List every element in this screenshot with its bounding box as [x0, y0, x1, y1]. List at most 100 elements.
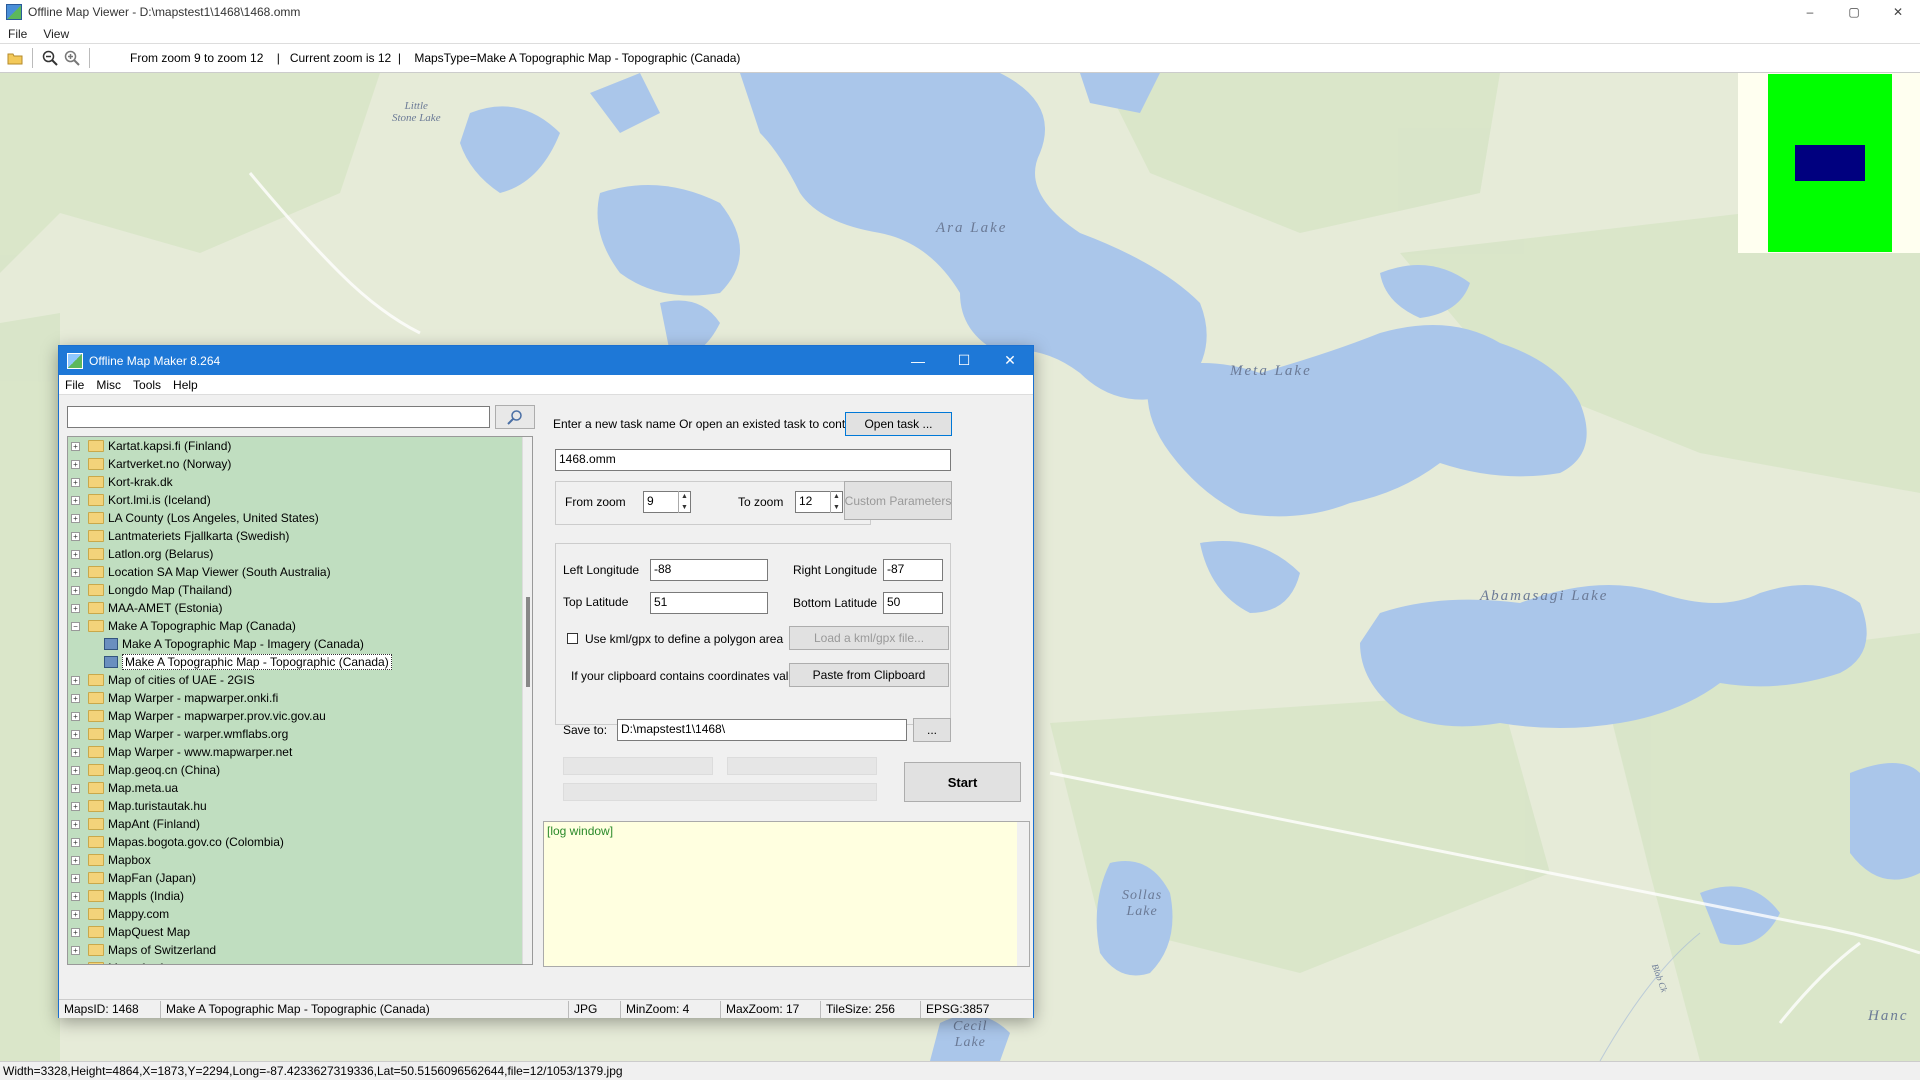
tree-item-folder[interactable]: + Map of cities of UAE - 2GIS: [68, 671, 532, 689]
right-longitude-field[interactable]: -87: [883, 559, 943, 581]
tree-item-folder[interactable]: + MAA-AMET (Estonia): [68, 599, 532, 617]
tree-scroll-thumb[interactable]: [526, 597, 530, 687]
search-input[interactable]: [67, 406, 490, 428]
tree-item-folder[interactable]: + Longdo Map (Thailand): [68, 581, 532, 599]
to-zoom-stepper[interactable]: ▲ ▼: [830, 491, 842, 513]
dialog-menu-file[interactable]: File: [59, 378, 90, 392]
expand-icon[interactable]: +: [71, 531, 80, 541]
collapse-icon[interactable]: −: [71, 621, 80, 631]
tree-item-folder[interactable]: + Maps-for-free.com: [68, 959, 532, 964]
expand-icon[interactable]: +: [71, 927, 80, 937]
expand-icon[interactable]: +: [71, 891, 80, 901]
expand-icon[interactable]: +: [71, 837, 80, 847]
tree-item-map[interactable]: Make A Topographic Map - Topographic (Ca…: [68, 653, 532, 671]
zoom-out-icon[interactable]: [39, 47, 61, 69]
expand-icon[interactable]: +: [71, 909, 80, 919]
overview-minimap[interactable]: [1738, 73, 1920, 253]
tree-item-folder[interactable]: + Kartat.kapsi.fi (Finland): [68, 437, 532, 455]
expand-icon[interactable]: +: [71, 855, 80, 865]
tree-item-folder[interactable]: + Map Warper - mapwarper.onki.fi: [68, 689, 532, 707]
expand-icon[interactable]: +: [71, 495, 80, 505]
tree-item-folder[interactable]: + Lantmateriets Fjallkarta (Swedish): [68, 527, 532, 545]
tree-item-folder[interactable]: + Kort-krak.dk: [68, 473, 532, 491]
chevron-down-icon[interactable]: ▼: [679, 502, 690, 513]
search-button[interactable]: [495, 405, 535, 429]
tree-item-folder[interactable]: + Mappy.com: [68, 905, 532, 923]
expand-icon[interactable]: +: [71, 441, 80, 451]
expand-icon[interactable]: +: [71, 477, 80, 487]
log-window[interactable]: [log window]: [543, 821, 1030, 967]
dialog-maximize-button[interactable]: ☐: [941, 346, 987, 375]
tree-item-folder[interactable]: + Location SA Map Viewer (South Australia…: [68, 563, 532, 581]
tree-item-folder[interactable]: + Latlon.org (Belarus): [68, 545, 532, 563]
start-button[interactable]: Start: [904, 762, 1021, 802]
dialog-menu-help[interactable]: Help: [167, 378, 204, 392]
menu-file[interactable]: File: [0, 27, 35, 41]
left-longitude-field[interactable]: -88: [650, 559, 768, 581]
expand-icon[interactable]: +: [71, 567, 80, 577]
tree-item-folder[interactable]: + Map Warper - mapwarper.prov.vic.gov.au: [68, 707, 532, 725]
dialog-menu-tools[interactable]: Tools: [127, 378, 167, 392]
browse-button[interactable]: ...: [913, 718, 951, 742]
maximize-button[interactable]: ▢: [1832, 0, 1876, 24]
tree-item-folder[interactable]: + MapAnt (Finland): [68, 815, 532, 833]
use-kml-checkbox[interactable]: [567, 633, 578, 644]
task-name-field[interactable]: 1468.omm: [555, 449, 951, 471]
expand-icon[interactable]: +: [71, 459, 80, 469]
paste-clipboard-button[interactable]: Paste from Clipboard: [789, 663, 949, 687]
top-latitude-field[interactable]: 51: [650, 592, 768, 614]
tree-item-folder[interactable]: + Map Warper - www.mapwarper.net: [68, 743, 532, 761]
chevron-up-icon[interactable]: ▲: [831, 491, 842, 502]
tree-item-folder[interactable]: + Map.turistautak.hu: [68, 797, 532, 815]
close-button[interactable]: ✕: [1876, 0, 1920, 24]
save-to-field[interactable]: D:\mapstest1\1468\: [617, 719, 907, 741]
dialog-minimize-button[interactable]: —: [895, 346, 941, 375]
tree-item-folder[interactable]: + Kort.lmi.is (Iceland): [68, 491, 532, 509]
expand-icon[interactable]: +: [71, 585, 80, 595]
tree-item-folder[interactable]: + Map Warper - warper.wmflabs.org: [68, 725, 532, 743]
tree-item-folder[interactable]: − Make A Topographic Map (Canada): [68, 617, 532, 635]
map-source-tree[interactable]: + Kartat.kapsi.fi (Finland) + Kartverket.no…: [67, 436, 533, 965]
load-kml-button[interactable]: Load a kml/gpx file...: [789, 626, 949, 650]
open-folder-icon[interactable]: [4, 47, 26, 69]
zoom-in-icon[interactable]: [61, 47, 83, 69]
expand-icon[interactable]: +: [71, 819, 80, 829]
tree-item-folder[interactable]: + Mappls (India): [68, 887, 532, 905]
tree-scrollbar[interactable]: [522, 437, 532, 964]
expand-icon[interactable]: +: [71, 783, 80, 793]
tree-item-folder[interactable]: + Mapbox: [68, 851, 532, 869]
tree-item-folder[interactable]: + Kartverket.no (Norway): [68, 455, 532, 473]
tree-item-folder[interactable]: + LA County (Los Angeles, United States): [68, 509, 532, 527]
dialog-titlebar[interactable]: Offline Map Maker 8.264 — ☐ ✕: [59, 346, 1033, 375]
expand-icon[interactable]: +: [71, 675, 80, 685]
tree-item-folder[interactable]: + MapFan (Japan): [68, 869, 532, 887]
expand-icon[interactable]: +: [71, 711, 80, 721]
tree-item-folder[interactable]: + Map.geoq.cn (China): [68, 761, 532, 779]
expand-icon[interactable]: +: [71, 693, 80, 703]
expand-icon[interactable]: +: [71, 747, 80, 757]
expand-icon[interactable]: +: [71, 513, 80, 523]
tree-item-folder[interactable]: + Maps of Switzerland: [68, 941, 532, 959]
expand-icon[interactable]: +: [71, 729, 80, 739]
from-zoom-stepper[interactable]: ▲ ▼: [678, 491, 690, 513]
dialog-close-button[interactable]: ✕: [987, 346, 1033, 375]
log-scrollbar[interactable]: [1017, 822, 1029, 966]
chevron-up-icon[interactable]: ▲: [679, 491, 690, 502]
expand-icon[interactable]: +: [71, 549, 80, 559]
open-task-button[interactable]: Open task ...: [845, 412, 952, 436]
menu-view[interactable]: View: [35, 27, 77, 41]
expand-icon[interactable]: +: [71, 603, 80, 613]
tree-item-folder[interactable]: + MapQuest Map: [68, 923, 532, 941]
bottom-latitude-field[interactable]: 50: [883, 592, 943, 614]
tree-item-folder[interactable]: + Mapas.bogota.gov.co (Colombia): [68, 833, 532, 851]
tree-item-folder[interactable]: + Map.meta.ua: [68, 779, 532, 797]
minimize-button[interactable]: –: [1788, 0, 1832, 24]
expand-icon[interactable]: +: [71, 963, 80, 964]
tree-item-map[interactable]: Make A Topographic Map - Imagery (Canada…: [68, 635, 532, 653]
dialog-menu-misc[interactable]: Misc: [90, 378, 127, 392]
expand-icon[interactable]: +: [71, 945, 80, 955]
overview-viewport[interactable]: [1795, 145, 1865, 181]
chevron-down-icon[interactable]: ▼: [831, 502, 842, 513]
expand-icon[interactable]: +: [71, 801, 80, 811]
expand-icon[interactable]: +: [71, 873, 80, 883]
